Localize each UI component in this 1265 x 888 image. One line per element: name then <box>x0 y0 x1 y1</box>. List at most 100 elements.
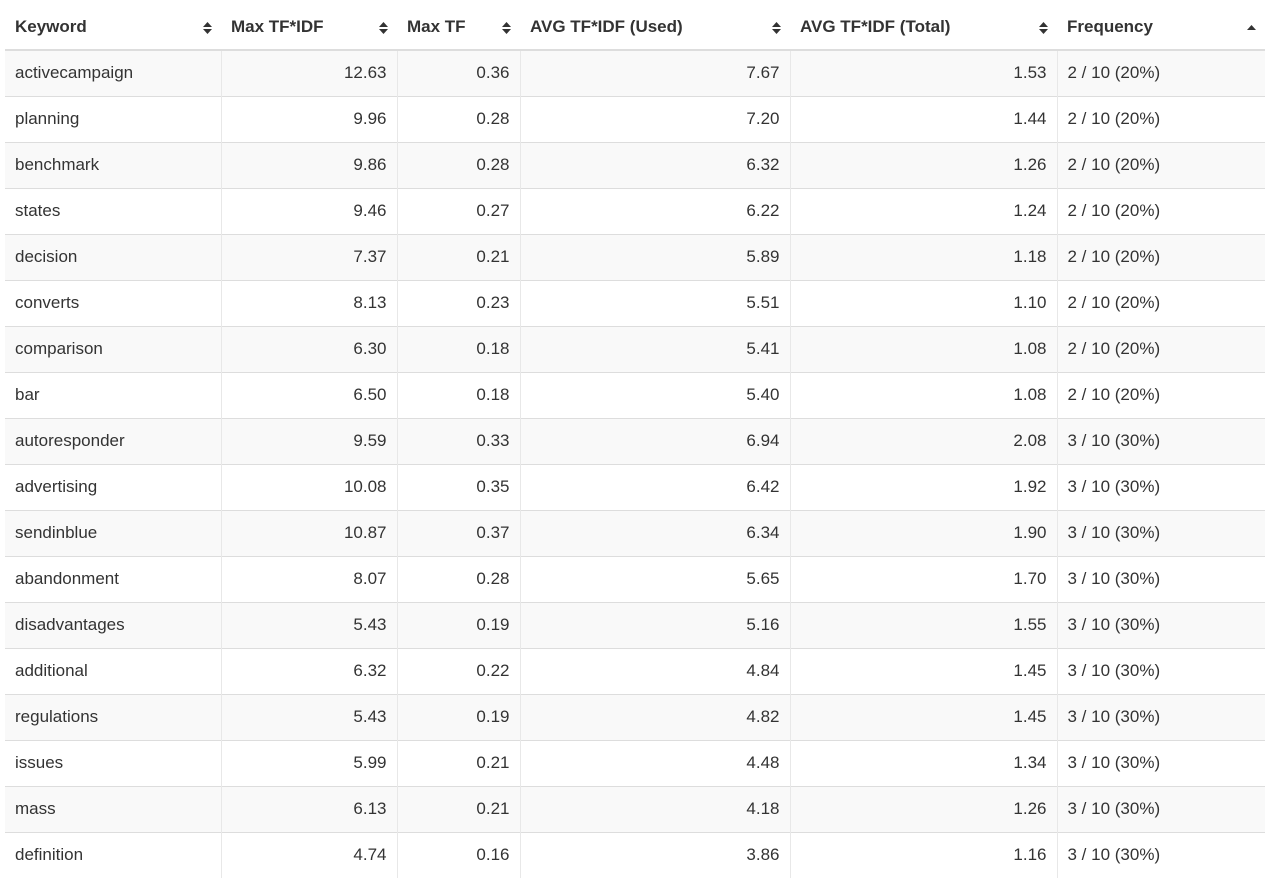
avg-tfidf-used-cell: 6.32 <box>520 141 791 188</box>
keyword-table: Keyword Max TF*IDF Max TF AVG TF*IDF (Us… <box>5 6 1265 878</box>
avg-tfidf-total-cell: 1.26 <box>790 141 1058 188</box>
avg-tfidf-used-cell: 6.34 <box>520 509 791 556</box>
max-tf-cell: 0.18 <box>397 371 521 418</box>
avg-tfidf-used-cell: 5.51 <box>520 279 791 326</box>
table-header: Keyword Max TF*IDF Max TF AVG TF*IDF (Us… <box>5 6 1265 51</box>
avg-tfidf-total-cell: 1.34 <box>790 739 1058 786</box>
keyword-cell: activecampaign <box>5 50 222 96</box>
column-header-avg-tfidf-used[interactable]: AVG TF*IDF (Used) <box>520 6 790 51</box>
max-tfidf-cell: 6.50 <box>221 371 398 418</box>
avg-tfidf-used-cell: 5.89 <box>520 233 791 280</box>
frequency-cell: 2 / 10 (20%) <box>1057 371 1265 418</box>
table-row: mass 6.13 0.21 4.18 1.26 3 / 10 (30%) <box>5 785 1265 832</box>
avg-tfidf-used-cell: 5.16 <box>520 601 791 648</box>
table-row: disadvantages 5.43 0.19 5.16 1.55 3 / 10 (30%… <box>5 601 1265 648</box>
column-header-max-tfidf[interactable]: Max TF*IDF <box>221 6 397 51</box>
max-tfidf-cell: 8.07 <box>221 555 398 602</box>
avg-tfidf-total-cell: 1.45 <box>790 693 1058 740</box>
keyword-cell: comparison <box>5 325 222 372</box>
avg-tfidf-total-cell: 1.45 <box>790 647 1058 694</box>
frequency-cell: 3 / 10 (30%) <box>1057 785 1265 832</box>
frequency-cell: 2 / 10 (20%) <box>1057 279 1265 326</box>
sort-both-icon <box>502 21 511 34</box>
max-tfidf-cell: 6.32 <box>221 647 398 694</box>
sort-both-icon <box>1039 21 1048 34</box>
table-row: abandonment 8.07 0.28 5.65 1.70 3 / 10 (30%) <box>5 555 1265 602</box>
frequency-cell: 3 / 10 (30%) <box>1057 647 1265 694</box>
avg-tfidf-total-cell: 1.26 <box>790 785 1058 832</box>
frequency-cell: 2 / 10 (20%) <box>1057 95 1265 142</box>
table-row: states 9.46 0.27 6.22 1.24 2 / 10 (20%) <box>5 187 1265 234</box>
avg-tfidf-total-cell: 1.16 <box>790 831 1058 878</box>
table-row: converts 8.13 0.23 5.51 1.10 2 / 10 (20%) <box>5 279 1265 326</box>
avg-tfidf-total-cell: 1.24 <box>790 187 1058 234</box>
keyword-cell: mass <box>5 785 222 832</box>
avg-tfidf-total-cell: 1.70 <box>790 555 1058 602</box>
column-header-label: AVG TF*IDF (Used) <box>530 16 683 36</box>
avg-tfidf-total-cell: 1.08 <box>790 371 1058 418</box>
keyword-cell: decision <box>5 233 222 280</box>
frequency-cell: 2 / 10 (20%) <box>1057 50 1265 96</box>
avg-tfidf-used-cell: 5.65 <box>520 555 791 602</box>
table-row: comparison 6.30 0.18 5.41 1.08 2 / 10 (20%) <box>5 325 1265 372</box>
header-row: Keyword Max TF*IDF Max TF AVG TF*IDF (Us… <box>5 6 1265 51</box>
keyword-cell: definition <box>5 831 222 878</box>
keyword-cell: bar <box>5 371 222 418</box>
keyword-cell: sendinblue <box>5 509 222 556</box>
max-tfidf-cell: 9.96 <box>221 95 398 142</box>
column-header-max-tf[interactable]: Max TF <box>397 6 520 51</box>
avg-tfidf-total-cell: 1.53 <box>790 50 1058 96</box>
keyword-table-container: Keyword Max TF*IDF Max TF AVG TF*IDF (Us… <box>5 6 1265 878</box>
keyword-cell: regulations <box>5 693 222 740</box>
column-header-label: AVG TF*IDF (Total) <box>800 16 951 36</box>
max-tfidf-cell: 4.74 <box>221 831 398 878</box>
keyword-cell: converts <box>5 279 222 326</box>
max-tf-cell: 0.16 <box>397 831 521 878</box>
max-tfidf-cell: 6.13 <box>221 785 398 832</box>
table-row: planning 9.96 0.28 7.20 1.44 2 / 10 (20%) <box>5 95 1265 142</box>
frequency-cell: 2 / 10 (20%) <box>1057 233 1265 280</box>
max-tfidf-cell: 9.46 <box>221 187 398 234</box>
frequency-cell: 3 / 10 (30%) <box>1057 601 1265 648</box>
max-tf-cell: 0.21 <box>397 785 521 832</box>
max-tfidf-cell: 9.86 <box>221 141 398 188</box>
avg-tfidf-total-cell: 1.55 <box>790 601 1058 648</box>
column-header-avg-tfidf-total[interactable]: AVG TF*IDF (Total) <box>790 6 1057 51</box>
avg-tfidf-total-cell: 1.08 <box>790 325 1058 372</box>
column-header-label: Frequency <box>1067 16 1153 36</box>
max-tf-cell: 0.28 <box>397 141 521 188</box>
max-tfidf-cell: 6.30 <box>221 325 398 372</box>
sort-both-icon <box>772 21 781 34</box>
avg-tfidf-total-cell: 1.90 <box>790 509 1058 556</box>
table-row: sendinblue 10.87 0.37 6.34 1.90 3 / 10 (30%) <box>5 509 1265 556</box>
column-header-keyword[interactable]: Keyword <box>5 6 221 51</box>
frequency-cell: 3 / 10 (30%) <box>1057 693 1265 740</box>
max-tf-cell: 0.21 <box>397 739 521 786</box>
table-row: decision 7.37 0.21 5.89 1.18 2 / 10 (20%) <box>5 233 1265 280</box>
avg-tfidf-total-cell: 1.92 <box>790 463 1058 510</box>
max-tfidf-cell: 5.43 <box>221 601 398 648</box>
avg-tfidf-used-cell: 3.86 <box>520 831 791 878</box>
keyword-cell: autoresponder <box>5 417 222 464</box>
column-header-label: Max TF*IDF <box>231 16 324 36</box>
avg-tfidf-total-cell: 1.44 <box>790 95 1058 142</box>
table-row: issues 5.99 0.21 4.48 1.34 3 / 10 (30%) <box>5 739 1265 786</box>
avg-tfidf-used-cell: 4.48 <box>520 739 791 786</box>
frequency-cell: 3 / 10 (30%) <box>1057 509 1265 556</box>
keyword-cell: issues <box>5 739 222 786</box>
max-tfidf-cell: 5.99 <box>221 739 398 786</box>
max-tfidf-cell: 7.37 <box>221 233 398 280</box>
sort-up-icon <box>1247 22 1256 34</box>
max-tf-cell: 0.21 <box>397 233 521 280</box>
max-tfidf-cell: 10.08 <box>221 463 398 510</box>
max-tf-cell: 0.28 <box>397 555 521 602</box>
frequency-cell: 3 / 10 (30%) <box>1057 463 1265 510</box>
frequency-cell: 3 / 10 (30%) <box>1057 417 1265 464</box>
avg-tfidf-used-cell: 5.40 <box>520 371 791 418</box>
avg-tfidf-used-cell: 7.67 <box>520 50 791 96</box>
avg-tfidf-used-cell: 7.20 <box>520 95 791 142</box>
max-tfidf-cell: 12.63 <box>221 50 398 96</box>
frequency-cell: 3 / 10 (30%) <box>1057 831 1265 878</box>
max-tfidf-cell: 5.43 <box>221 693 398 740</box>
column-header-frequency[interactable]: Frequency <box>1057 6 1265 51</box>
